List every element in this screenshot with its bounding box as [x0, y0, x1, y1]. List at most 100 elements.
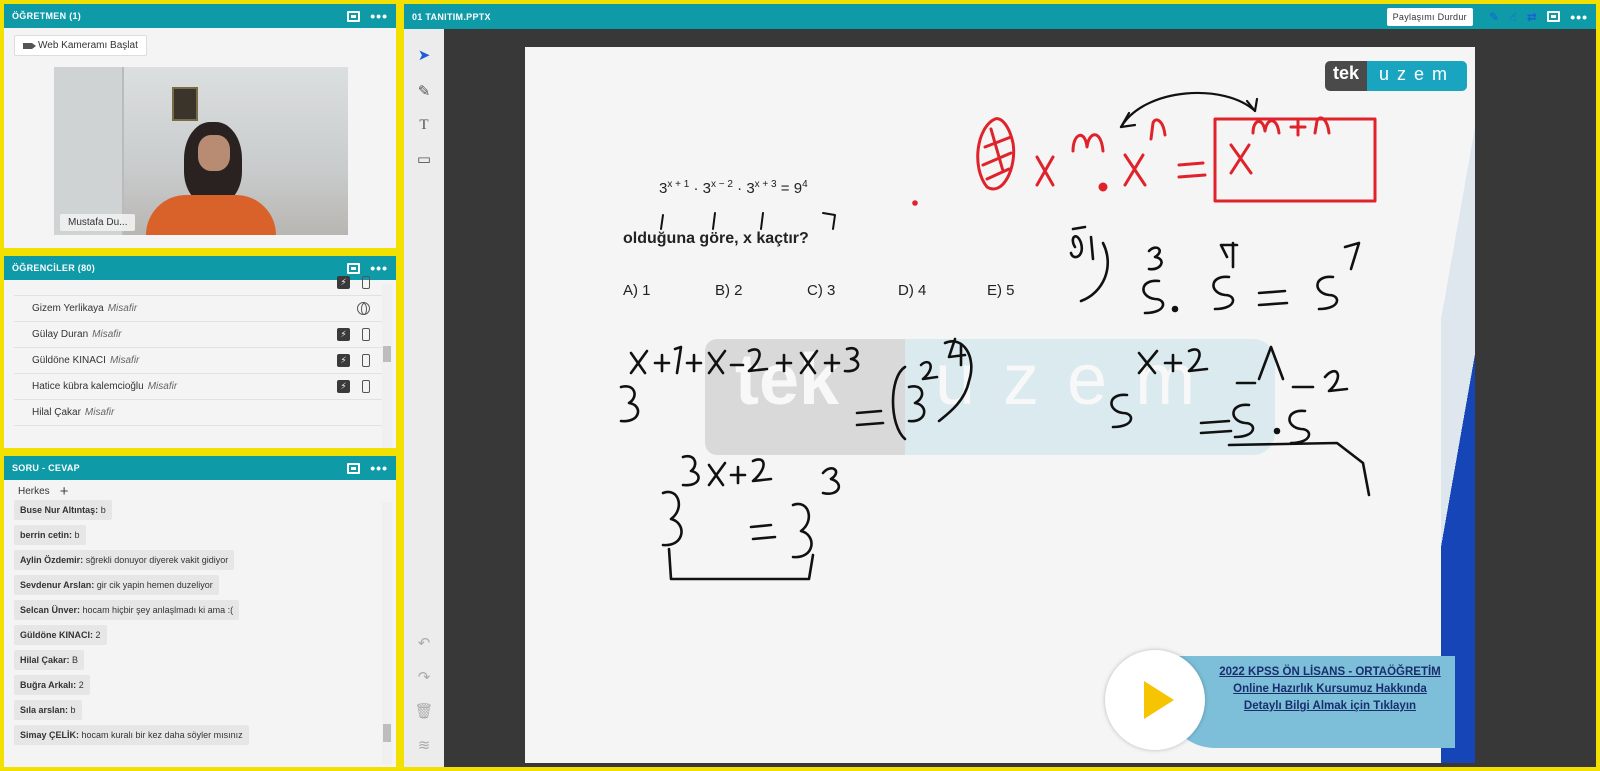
pointer-hand-icon[interactable]: ☝	[1509, 10, 1517, 24]
chat-messages: Buse Nur Altıntaş: b berrin cetin: b Aylin…	[12, 500, 384, 764]
promo-text[interactable]: 2022 KPSS ÖN LİSANS - ORTAÖĞRETİM Online…	[1215, 664, 1445, 715]
pencil-icon[interactable]: ✎	[1489, 10, 1499, 24]
student-row[interactable]: ⚡	[14, 270, 382, 296]
trash-icon[interactable]: 🗑	[414, 701, 434, 721]
more-options-icon[interactable]: •••	[370, 9, 388, 23]
student-role: Misafir	[147, 381, 178, 392]
chat-message: Sevdenur Arslan: gir cik yapin hemen duz…	[14, 575, 219, 595]
promo-banner[interactable]: 2022 KPSS ÖN LİSANS - ORTAÖĞRETİM Online…	[1105, 650, 1455, 750]
student-name: Gülay Duran	[32, 329, 89, 340]
sync-icon[interactable]: ⇄	[1527, 10, 1537, 24]
more-options-icon[interactable]: •••	[1570, 10, 1588, 24]
tab-everyone[interactable]: Herkes	[18, 486, 50, 497]
qa-pod-title: SORU - CEVAP	[12, 463, 80, 473]
chat-sender: Simay ÇELİK:	[20, 730, 80, 740]
select-arrow-icon[interactable]: ➤	[414, 45, 434, 65]
share-pod-header: 01 TANITIM.PPTX Paylaşımı Durdur ✎ ☝ ⇄ •…	[404, 4, 1596, 29]
mobile-device-icon	[362, 354, 370, 367]
stop-sharing-button[interactable]: Paylaşımı Durdur	[1386, 7, 1473, 26]
chat-message: berrin cetin: b	[14, 525, 86, 545]
student-role: Misafir	[92, 329, 122, 340]
chat-sender: Buğra Arkalı:	[20, 680, 77, 690]
fullscreen-icon[interactable]	[347, 462, 361, 474]
chat-message: Sıla arslan: b	[14, 700, 82, 720]
chat-scrollbar[interactable]	[382, 502, 392, 764]
qa-pod-header: SORU - CEVAP •••	[4, 456, 396, 480]
chat-message: Güldöne KINACI: 2	[14, 625, 107, 645]
student-list-scrollbar[interactable]	[382, 284, 392, 448]
qa-pod: SORU - CEVAP ••• Herkes + Buse Nur Altın…	[0, 452, 400, 771]
teacher-pod-header: ÖĞRETMEN (1) •••	[4, 4, 396, 28]
add-tab-icon[interactable]: +	[60, 483, 69, 500]
chat-text: b	[100, 505, 106, 515]
student-row[interactable]: Gizem Yerlikaya Misafir	[14, 296, 382, 322]
student-name: Hilal Çakar	[32, 407, 81, 418]
start-webcam-button[interactable]: Web Kameramı Başlat	[14, 35, 147, 56]
teacher-pod: ÖĞRETMEN (1) ••• Web Kameramı Başlat Mus…	[0, 0, 400, 252]
microphone-icon: ⚡	[337, 380, 350, 393]
chat-text: sğrekli donuyor diyerek vakit gidiyor	[85, 555, 229, 565]
globe-icon	[357, 302, 370, 315]
mobile-device-icon	[362, 328, 370, 341]
chat-message: Buğra Arkalı: 2	[14, 675, 90, 695]
mobile-device-icon	[362, 380, 370, 393]
chat-message: Selcan Ünver: hocam hiçbir şey anlaşlmad…	[14, 600, 240, 620]
chat-message: Aylin Özdemir: sğrekli donuyor diyerek v…	[14, 550, 235, 570]
student-name: Hatice kübra kalemcioğlu	[32, 381, 144, 392]
chat-text: 2	[95, 630, 101, 640]
chat-message: Simay ÇELİK: hocam kuralı bir kez daha s…	[14, 725, 249, 745]
more-options-icon[interactable]: •••	[370, 461, 388, 475]
chat-message: Buse Nur Altıntaş: b	[14, 500, 112, 520]
pencil-tool-icon[interactable]: ✎	[414, 81, 434, 101]
student-row[interactable]: Hilal Çakar Misafir	[14, 400, 382, 426]
chat-text: hocam hiçbir şey anlaşlmadı ki ama :(	[82, 605, 234, 615]
teacher-video	[54, 67, 348, 235]
chat-text: b	[70, 705, 76, 715]
chat-sender: Sevdenur Arslan:	[20, 580, 95, 590]
student-role: Misafir	[107, 303, 138, 314]
mobile-device-icon	[362, 276, 370, 289]
student-list: ⚡ Gizem Yerlikaya Misafir Gülay Duran Misafi…	[14, 270, 382, 430]
teacher-name-tag: Mustafa Du...	[60, 214, 136, 231]
annotation-toolbar: ➤ ✎ T ▭ ↶ ↷ 🗑 ≋	[404, 29, 444, 767]
chat-text: B	[72, 655, 79, 665]
chat-text: b	[74, 530, 80, 540]
chat-sender: Buse Nur Altıntaş:	[20, 505, 99, 515]
share-pod-title: 01 TANITIM.PPTX	[412, 11, 491, 22]
share-pod: 01 TANITIM.PPTX Paylaşımı Durdur ✎ ☝ ⇄ •…	[400, 0, 1600, 771]
fullscreen-icon[interactable]	[1547, 11, 1561, 22]
chat-text: 2	[78, 680, 84, 690]
text-tool-icon[interactable]: T	[414, 115, 434, 135]
chat-text: hocam kuralı bir kez daha söyler mısınız	[81, 730, 243, 740]
chat-sender: berrin cetin:	[20, 530, 73, 540]
microphone-icon: ⚡	[337, 354, 350, 367]
students-pod: ÖĞRENCİLER (80) ••• ⚡ Gizem Yerlikaya Misa…	[0, 252, 400, 452]
teacher-pod-title: ÖĞRETMEN (1)	[12, 11, 82, 21]
chat-text: gir cik yapin hemen duzeliyor	[96, 580, 213, 590]
camera-icon	[23, 42, 36, 49]
chat-sender: Selcan Ünver:	[20, 605, 81, 615]
fullscreen-icon[interactable]	[347, 10, 361, 22]
student-row[interactable]: Gülay Duran Misafir ⚡	[14, 322, 382, 348]
microphone-icon: ⚡	[337, 276, 350, 289]
chat-sender: Sıla arslan:	[20, 705, 69, 715]
undo-icon[interactable]: ↶	[414, 633, 434, 653]
chat-sender: Güldöne KINACI:	[20, 630, 93, 640]
chat-message: Hilal Çakar: B	[14, 650, 85, 670]
play-icon[interactable]	[1105, 650, 1205, 750]
chat-tabs: Herkes +	[4, 480, 396, 502]
redo-icon[interactable]: ↷	[414, 667, 434, 687]
start-webcam-label: Web Kameramı Başlat	[38, 40, 138, 51]
microphone-icon: ⚡	[337, 328, 350, 341]
student-row[interactable]: huluaMisafir	[14, 426, 382, 430]
student-name: Gizem Yerlikaya	[32, 303, 104, 314]
layers-icon[interactable]: ≋	[414, 735, 434, 755]
student-row[interactable]: Güldöne KINACI Misafir ⚡	[14, 348, 382, 374]
shape-tool-icon[interactable]: ▭	[414, 149, 434, 169]
student-name: Güldöne KINACI	[32, 355, 106, 366]
presentation-slide: tek uzem tek uzem 3x + 1 · 3x − 2 · 3x +…	[525, 47, 1475, 763]
student-role: Misafir	[84, 407, 115, 418]
student-row[interactable]: Hatice kübra kalemcioğlu Misafir ⚡	[14, 374, 382, 400]
chat-sender: Hilal Çakar:	[20, 655, 70, 665]
chat-sender: Aylin Özdemir:	[20, 555, 84, 565]
